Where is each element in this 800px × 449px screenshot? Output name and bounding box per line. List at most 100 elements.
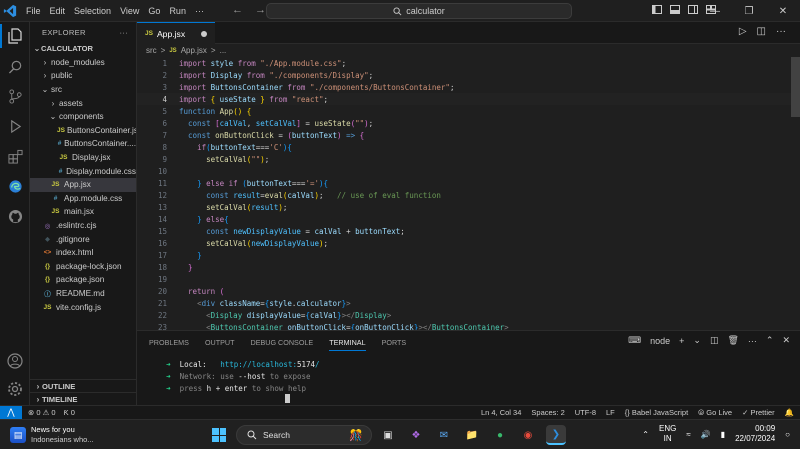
tree-file[interactable]: # Display.module.css xyxy=(30,164,136,178)
tray-chevron-up-icon[interactable]: ⌃ xyxy=(642,430,649,439)
menu-selection[interactable]: Selection xyxy=(74,6,111,16)
tree-file[interactable]: ◎ .eslintrc.cjs xyxy=(30,219,136,233)
tab-app-jsx[interactable]: JS App.jsx xyxy=(137,22,215,44)
code-line[interactable]: 5 function App() { xyxy=(137,105,800,117)
workspace-root-folder[interactable]: ⌄ CALCULATOR xyxy=(30,42,136,56)
outline-section[interactable]: › OUTLINE xyxy=(30,379,137,393)
code-line[interactable]: 19 xyxy=(137,273,800,285)
code-editor[interactable]: 1 import style from "./App.module.css"; 2 i… xyxy=(137,57,800,332)
battery-icon[interactable]: ▮ xyxy=(721,430,725,439)
editor-scrollbar[interactable] xyxy=(791,57,800,330)
toggle-primary-sidebar-icon[interactable] xyxy=(652,5,662,14)
new-terminal-icon[interactable]: + xyxy=(679,336,684,346)
back-arrow-icon[interactable]: ← xyxy=(232,4,243,16)
breadcrumb-src[interactable]: src xyxy=(146,46,157,55)
code-line[interactable]: 16 setCalVal(newDisplayValue); xyxy=(137,237,800,249)
terminal-output[interactable]: ➜ Local: http://localhost:5174/ ➜ Networ… xyxy=(137,353,800,396)
code-line[interactable]: 22 <Display displayValue={calVal}></Disp… xyxy=(137,309,800,321)
tree-file[interactable]: # App.module.css xyxy=(30,192,136,206)
editor-more-icon[interactable]: ··· xyxy=(776,26,786,37)
code-line[interactable]: 17 } xyxy=(137,249,800,261)
end-of-line[interactable]: LF xyxy=(606,408,615,417)
code-line[interactable]: 9 setCalVal(""); xyxy=(137,153,800,165)
volume-icon[interactable]: 🔊 xyxy=(701,430,711,439)
run-debug-icon[interactable] xyxy=(6,117,24,135)
taskbar-search[interactable]: Search 🎊 xyxy=(236,425,372,445)
code-line[interactable]: 21 <div className={style.calculator}> xyxy=(137,297,800,309)
close-icon[interactable]: ✕ xyxy=(766,0,800,22)
code-line[interactable]: 6 const [calVal, setCalVal] = useState("… xyxy=(137,117,800,129)
tree-file[interactable]: # ButtonsContainer.... xyxy=(30,137,136,151)
menu-edit[interactable]: Edit xyxy=(50,6,66,16)
run-file-icon[interactable]: ▷ xyxy=(739,26,747,37)
tree-file[interactable]: <> index.html xyxy=(30,246,136,260)
panel-tab-output[interactable]: OUTPUT xyxy=(205,338,235,347)
windows-start-icon[interactable] xyxy=(212,428,226,442)
edge-icon[interactable]: ● xyxy=(490,425,510,445)
maximize-icon[interactable]: ❐ xyxy=(732,0,766,22)
copilot-icon[interactable]: ❖ xyxy=(406,425,426,445)
prettier-status[interactable]: ✓ Prettier xyxy=(742,408,775,417)
panel-tab-terminal[interactable]: TERMINAL xyxy=(329,334,366,351)
panel-tab-problems[interactable]: PROBLEMS xyxy=(149,338,189,347)
file-explorer-icon[interactable]: 📁 xyxy=(462,425,482,445)
chrome-icon[interactable]: ◉ xyxy=(518,425,538,445)
language-indicator[interactable]: ENG IN xyxy=(659,424,676,444)
search-view-icon[interactable] xyxy=(6,57,24,75)
code-line[interactable]: 14 } else{ xyxy=(137,213,800,225)
problems-count[interactable]: ⊗ 0 ⚠ 0 xyxy=(28,408,56,417)
code-line[interactable]: 10 xyxy=(137,165,800,177)
tree-folder[interactable]: › assets xyxy=(30,96,136,110)
tree-file[interactable]: ⓘ README.md xyxy=(30,287,136,301)
tree-file[interactable]: {} package.json xyxy=(30,273,136,287)
menu-view[interactable]: View xyxy=(120,6,139,16)
remote-indicator-icon[interactable]: ⋀ xyxy=(0,406,22,419)
menu-more[interactable]: ··· xyxy=(195,6,204,16)
tree-file[interactable]: {} package-lock.json xyxy=(30,260,136,274)
cursor-position[interactable]: Ln 4, Col 34 xyxy=(481,408,521,417)
code-line[interactable]: 7 const onButtonClick = (buttonText) => … xyxy=(137,129,800,141)
github-icon[interactable] xyxy=(6,207,24,225)
toggle-secondary-sidebar-icon[interactable] xyxy=(688,5,698,14)
code-line[interactable]: 11 } else if (buttonText==='='){ xyxy=(137,177,800,189)
tree-file[interactable]: JS ButtonsContainer.jsx xyxy=(30,124,136,138)
tree-file[interactable]: JS vite.config.js xyxy=(30,300,136,314)
menu-go[interactable]: Go xyxy=(148,6,160,16)
notification-icon[interactable]: ○ xyxy=(785,430,790,439)
menu-file[interactable]: File xyxy=(26,6,41,16)
language-mode[interactable]: {} Babel JavaScript xyxy=(625,408,688,417)
scrollbar-thumb[interactable] xyxy=(791,57,800,117)
more-icon[interactable]: ··· xyxy=(748,336,757,346)
news-widget[interactable]: ▤ News for you Indonesians who... xyxy=(10,425,94,445)
tree-folder[interactable]: ⌄ components xyxy=(30,110,136,124)
minimize-icon[interactable]: — xyxy=(698,0,732,22)
source-control-icon[interactable] xyxy=(6,87,24,105)
dropdown-chevron-icon[interactable]: ⌄ xyxy=(693,335,701,346)
toggle-panel-icon[interactable] xyxy=(670,5,680,14)
encoding[interactable]: UTF-8 xyxy=(575,408,596,417)
extensions-icon[interactable] xyxy=(6,147,24,165)
tree-file[interactable]: JS Display.jsx xyxy=(30,151,136,165)
indentation[interactable]: Spaces: 2 xyxy=(531,408,564,417)
account-icon[interactable] xyxy=(6,352,24,370)
tree-file[interactable]: JS main.jsx xyxy=(30,205,136,219)
panel-tab-debug-console[interactable]: DEBUG CONSOLE xyxy=(251,338,314,347)
trash-icon[interactable]: 🗑 xyxy=(727,335,738,346)
terminal-name[interactable]: node xyxy=(650,336,670,346)
forward-arrow-icon[interactable]: → xyxy=(255,4,266,16)
tree-folder[interactable]: › public xyxy=(30,69,136,83)
panel-tab-ports[interactable]: PORTS xyxy=(382,338,407,347)
wifi-icon[interactable]: ≈ xyxy=(686,430,690,439)
code-line[interactable]: 20 return ( xyxy=(137,285,800,297)
code-line[interactable]: 4 import { useState } from "react"; xyxy=(137,93,800,105)
code-line[interactable]: 3 import ButtonsContainer from "./compone… xyxy=(137,81,800,93)
breadcrumb-symbol[interactable]: ... xyxy=(220,46,227,55)
code-line[interactable]: 2 import Display from "./components/Displ… xyxy=(137,69,800,81)
code-line[interactable]: 13 setCalVal(result); xyxy=(137,201,800,213)
explorer-more-icon[interactable]: ··· xyxy=(120,28,129,37)
mail-icon[interactable]: ✉ xyxy=(434,425,454,445)
task-view-icon[interactable]: ▣ xyxy=(378,425,398,445)
edge-browser-icon[interactable] xyxy=(6,177,24,195)
settings-gear-icon[interactable] xyxy=(6,380,24,398)
command-center-search[interactable]: calculator xyxy=(266,3,572,19)
